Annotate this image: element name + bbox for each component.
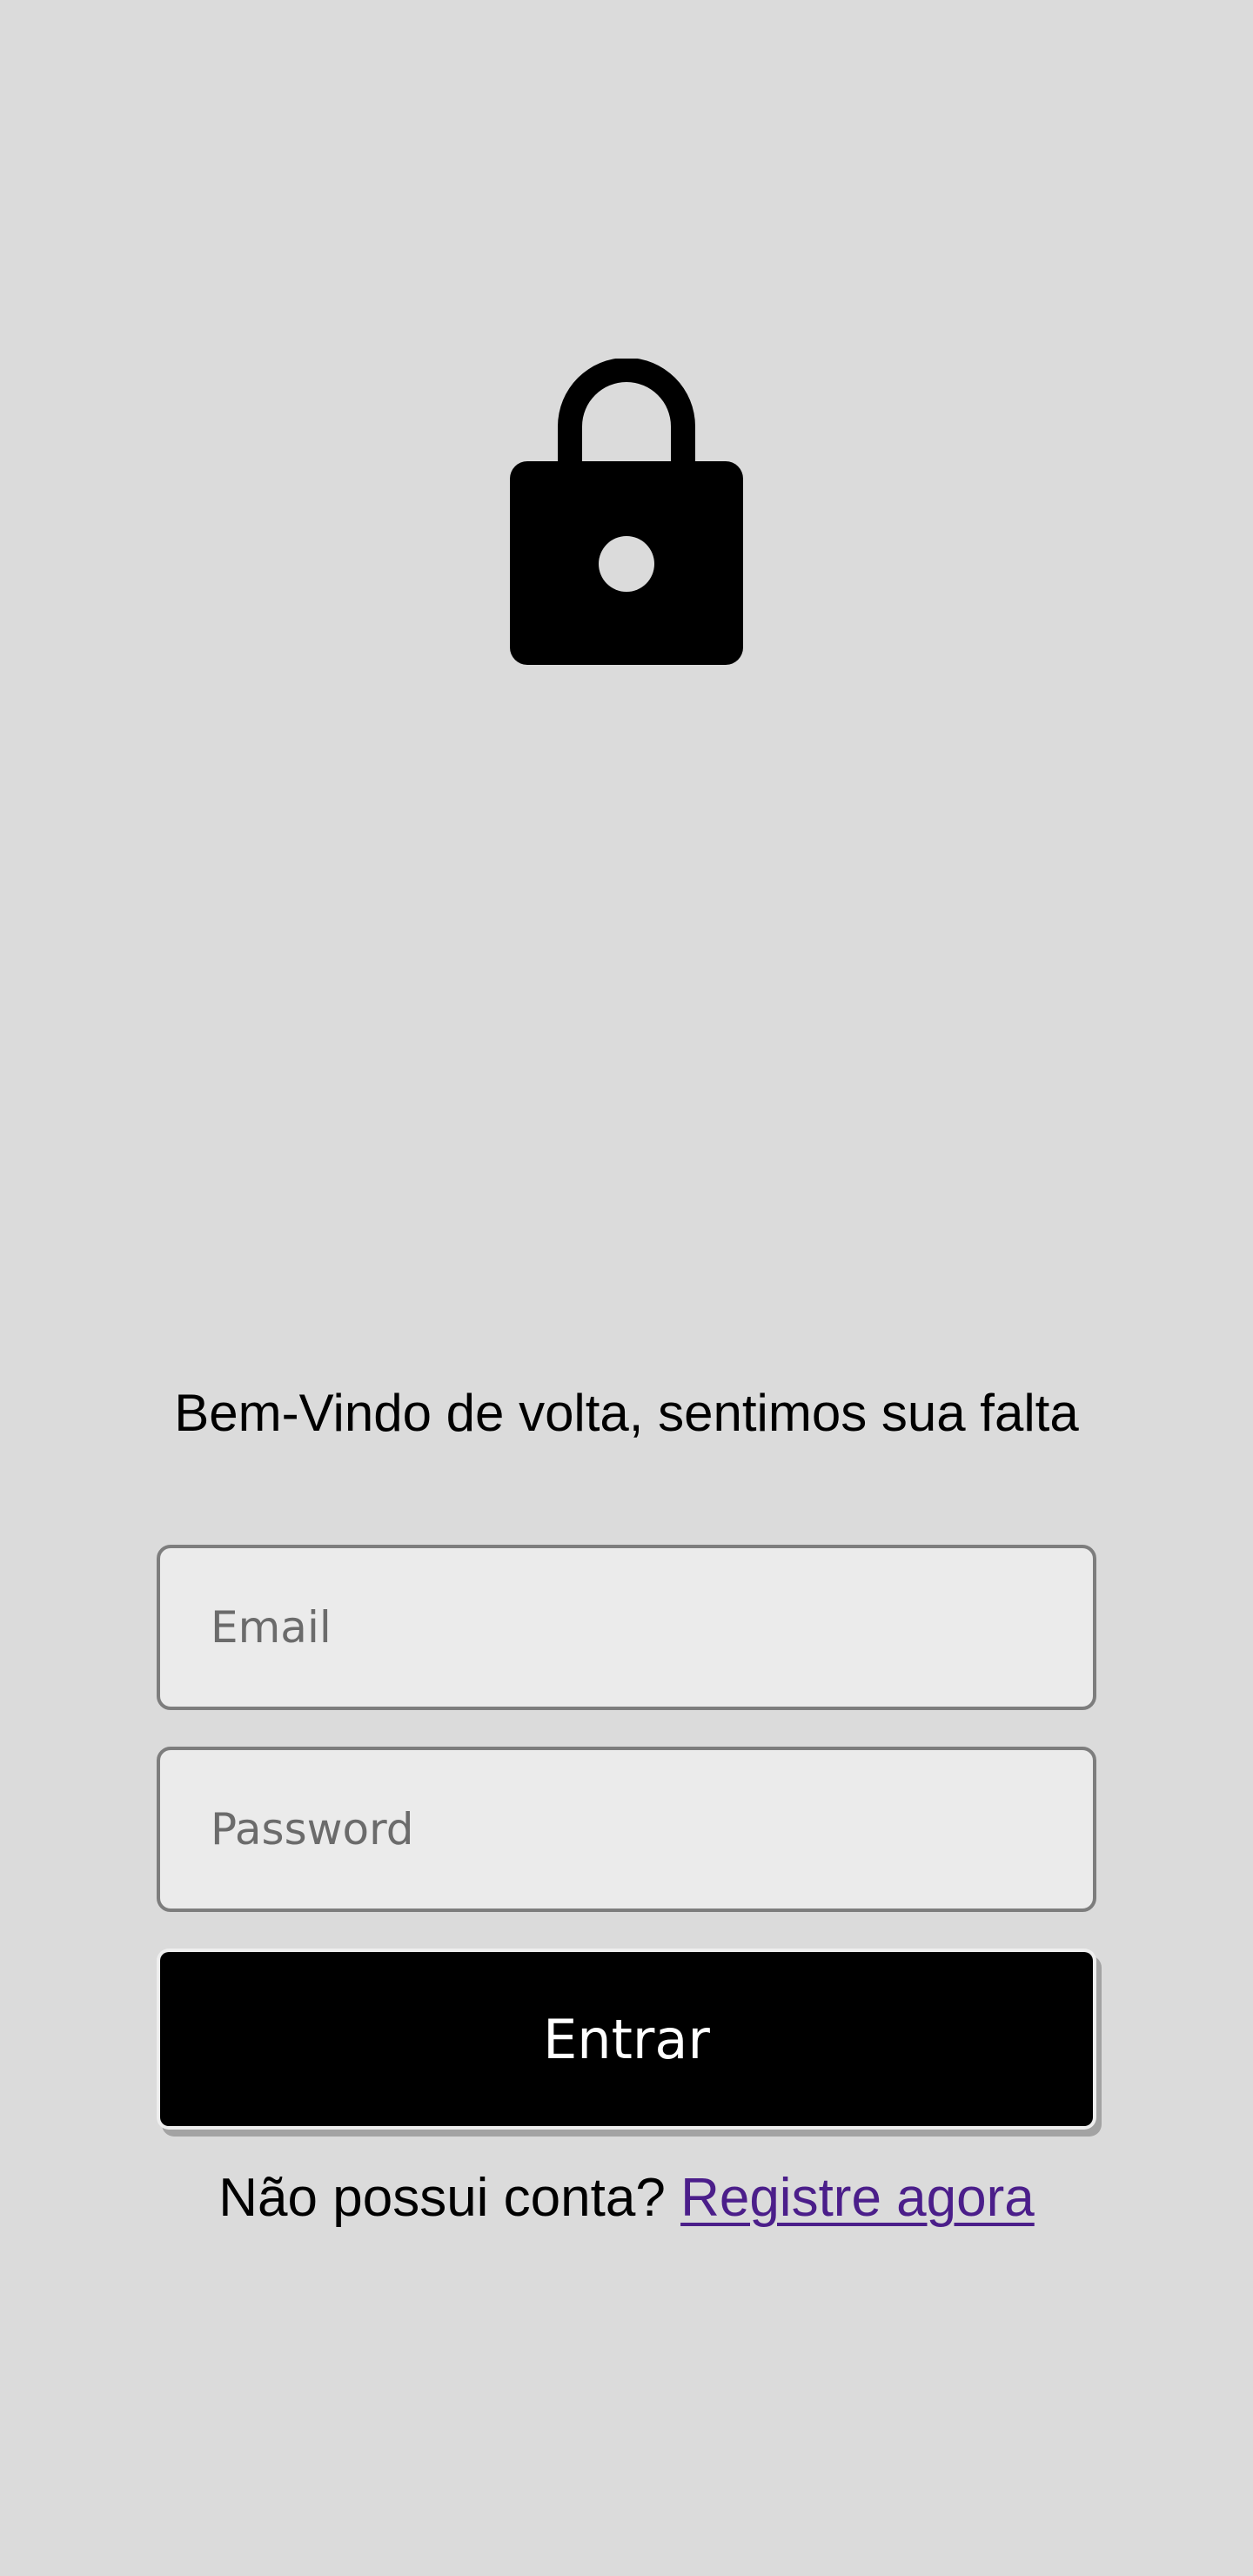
email-field[interactable] [157,1545,1096,1710]
login-button[interactable]: Entrar [160,1952,1093,2126]
welcome-heading: Bem-Vindo de volta, sentimos sua falta [174,1384,1079,1442]
lock-icon [510,359,743,665]
login-screen: Bem-Vindo de volta, sentimos sua falta E… [0,0,1253,2576]
password-field[interactable] [157,1747,1096,1912]
register-prompt-text: Não possui conta? [218,2168,681,2228]
register-prompt: Não possui conta? Registre agora [104,2163,1149,2233]
register-link[interactable]: Registre agora [680,2168,1035,2228]
